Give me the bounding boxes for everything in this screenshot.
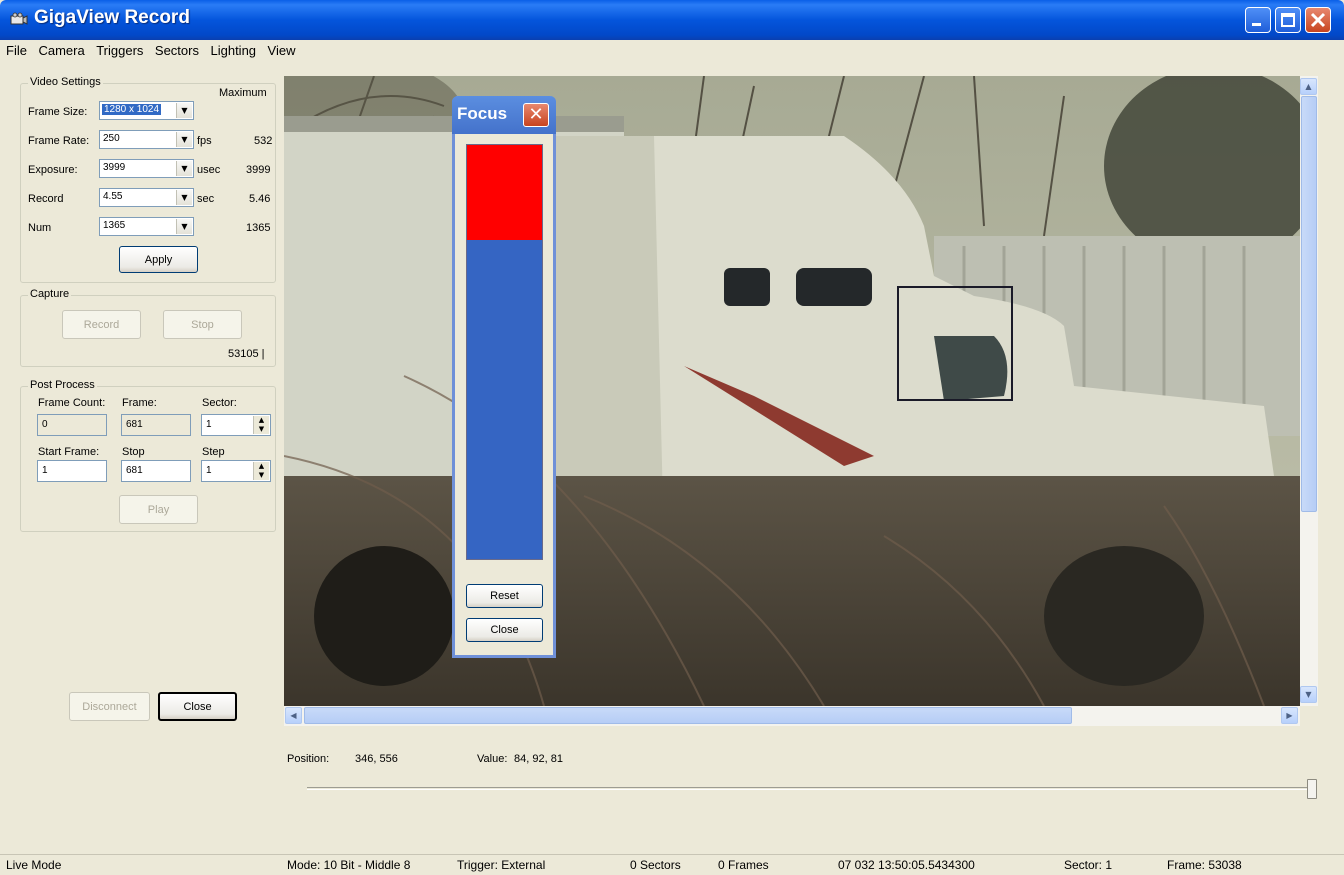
capture-title: Capture (28, 288, 72, 300)
frame-rate-label: Frame Rate: (28, 135, 90, 147)
menu-camera[interactable]: Camera (34, 40, 88, 61)
record-duration-dropdown[interactable]: 4.55 ▼ (99, 188, 194, 207)
menu-view[interactable]: View (264, 40, 300, 61)
status-sector: Sector: 1 (1064, 858, 1113, 872)
scroll-left-icon[interactable]: ◀ (285, 707, 302, 724)
maximize-button[interactable] (1275, 7, 1301, 33)
focus-meter (466, 144, 543, 560)
position-value: 346, 556 (355, 753, 398, 765)
status-timestamp: 07 032 13:50:05.5434300 (838, 858, 975, 872)
value-label: Value: (477, 753, 508, 765)
horizontal-scroll-thumb[interactable] (304, 707, 1072, 724)
frame-field: 681 (121, 414, 191, 436)
sector-stepper[interactable]: 1 ▲ ▼ (201, 414, 271, 436)
camera-frame-image (284, 76, 1300, 706)
menu-file[interactable]: File (2, 40, 31, 61)
status-frames: 0 Frames (718, 858, 769, 872)
video-settings-title: Video Settings (28, 76, 103, 88)
close-icon[interactable]: ✕ (523, 103, 549, 127)
sector-label: Sector: (202, 397, 237, 409)
frame-slider-track[interactable] (307, 787, 1311, 790)
menu-sectors[interactable]: Sectors (151, 40, 203, 61)
stop-frame-input[interactable]: 681 (121, 460, 191, 482)
stop-label: Stop (122, 446, 145, 458)
capture-counter: 53105 | (228, 348, 265, 360)
post-process-title: Post Process (28, 379, 97, 391)
camera-image-view[interactable] (284, 76, 1300, 706)
status-sectors: 0 Sectors (630, 858, 681, 872)
frame-rate-dropdown[interactable]: 250 ▼ (99, 130, 194, 149)
num-dropdown[interactable]: 1365 ▼ (99, 217, 194, 236)
frame-label: Frame: (122, 397, 157, 409)
exposure-unit: usec (197, 164, 221, 176)
record-button[interactable]: Record (62, 310, 141, 339)
frame-rate-unit: fps (197, 135, 212, 147)
scroll-right-icon[interactable]: ▶ (1281, 707, 1298, 724)
exposure-max: 3999 (246, 164, 271, 176)
value-value: 84, 92, 81 (514, 753, 563, 765)
frame-count-label: Frame Count: (38, 397, 106, 409)
frame-rate-max: 532 (254, 135, 273, 147)
start-frame-label: Start Frame: (38, 446, 100, 458)
window-title: GigaView Record (34, 7, 190, 28)
record-max: 5.46 (249, 193, 271, 205)
focus-meter-fill (467, 145, 542, 240)
focus-title: Focus (457, 104, 508, 123)
status-bar: Live Mode Mode: 10 Bit - Middle 8 Trigge… (0, 854, 1344, 875)
frame-slider-thumb[interactable] (1307, 779, 1317, 799)
close-icon (1310, 12, 1326, 28)
spinner-arrows-icon[interactable]: ▲ ▼ (253, 416, 269, 434)
num-label: Num (28, 222, 52, 234)
chevron-down-icon: ▼ (176, 190, 192, 205)
step-label: Step (202, 446, 225, 458)
focus-reset-button[interactable]: Reset (466, 584, 543, 608)
focus-close-button[interactable]: Close (466, 618, 543, 642)
frame-count-field: 0 (37, 414, 107, 436)
maximize-icon (1281, 13, 1295, 27)
frame-size-label: Frame Size: (28, 106, 88, 118)
scroll-up-icon[interactable]: ▲ (1300, 78, 1317, 95)
spinner-arrows-icon[interactable]: ▲ ▼ (253, 462, 269, 480)
play-button[interactable]: Play (119, 495, 198, 524)
status-live-mode: Live Mode (6, 858, 62, 872)
exposure-dropdown[interactable]: 3999 ▼ (99, 159, 194, 178)
record-unit: sec (197, 193, 215, 205)
chevron-down-icon: ▼ (176, 132, 192, 147)
focus-title-bar[interactable]: Focus ✕ (452, 96, 556, 134)
start-frame-input[interactable]: 1 (37, 460, 107, 482)
apply-button[interactable]: Apply (119, 246, 198, 273)
close-window-button[interactable] (1305, 7, 1331, 33)
close-button[interactable]: Close (158, 692, 237, 721)
status-frame: Frame: 53038 (1167, 858, 1242, 872)
title-bar[interactable]: GigaView Record (0, 0, 1344, 40)
focus-dialog: Focus ✕ Reset Close (452, 96, 556, 658)
frame-size-dropdown[interactable]: 1280 x 1024 ▼ (99, 101, 194, 120)
menu-bar: File Camera Triggers Sectors Lighting Vi… (0, 40, 1344, 64)
status-trigger: Trigger: External (457, 858, 546, 872)
position-label: Position: (287, 753, 330, 765)
chevron-down-icon: ▼ (176, 103, 192, 118)
camera-app-icon (10, 12, 28, 25)
disconnect-button[interactable]: Disconnect (69, 692, 150, 721)
maximum-label: Maximum (219, 87, 267, 99)
num-max: 1365 (246, 222, 271, 234)
exposure-label: Exposure: (28, 164, 78, 176)
vertical-scrollbar[interactable]: ▲ ▼ (1300, 76, 1318, 706)
minimize-button[interactable] (1245, 7, 1271, 33)
stop-button[interactable]: Stop (163, 310, 242, 339)
vertical-scroll-thumb[interactable] (1301, 96, 1317, 512)
menu-triggers[interactable]: Triggers (92, 40, 147, 61)
scroll-down-icon[interactable]: ▼ (1300, 686, 1317, 703)
status-bit-mode: Mode: 10 Bit - Middle 8 (287, 858, 411, 872)
horizontal-scrollbar[interactable]: ◀ ▶ (284, 706, 1300, 726)
menu-lighting[interactable]: Lighting (206, 40, 260, 61)
chevron-down-icon: ▼ (176, 161, 192, 176)
minimize-icon (1252, 23, 1261, 26)
record-label: Record (28, 193, 64, 205)
step-stepper[interactable]: 1 ▲ ▼ (201, 460, 271, 482)
chevron-down-icon: ▼ (176, 219, 192, 234)
